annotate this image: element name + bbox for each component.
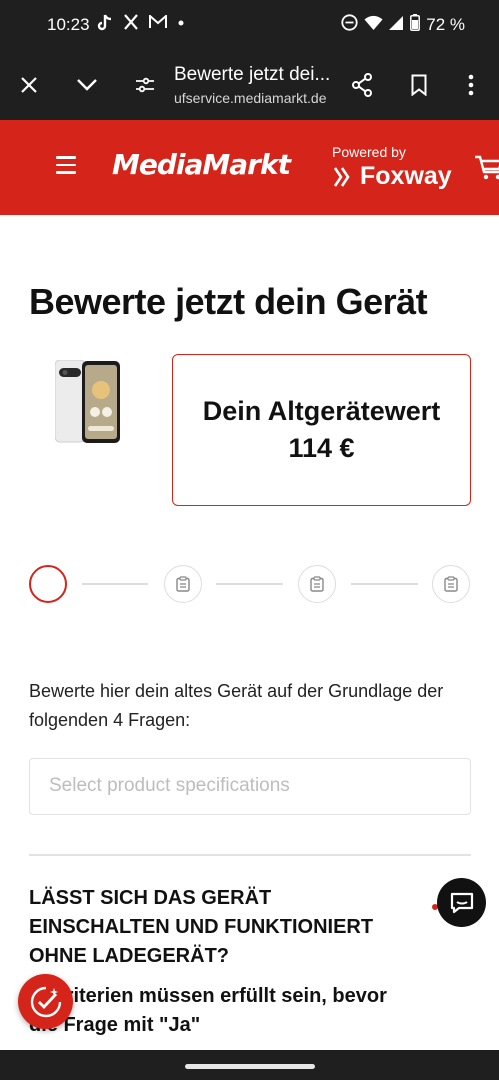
trade-in-value: Dein Altgerätewert 114 € [172,354,471,506]
foxway-logo: Foxway [332,162,452,191]
chat-button[interactable] [437,878,486,927]
tune-icon [136,77,154,93]
divider [29,854,471,856]
cart-button[interactable] [474,154,499,187]
step-connector [82,583,148,585]
close-tab-button[interactable] [12,68,46,102]
bookmark-button[interactable] [402,68,436,102]
x-icon [123,14,139,37]
step-3 [298,565,336,603]
foxway-wordmark: Foxway [360,162,452,190]
clipboard-icon [444,576,458,592]
site-header: MediaMarkt Powered by Foxway [0,120,499,215]
gmail-icon [149,13,167,37]
product-specifications-select[interactable]: Select product specifications [29,758,471,815]
dot-icon [177,14,185,37]
question-heading: LÄSST SICH DAS GERÄT EINSCHALTEN UND FUN… [29,887,374,967]
step-1-active [29,565,67,603]
menu-icon[interactable] [56,156,76,174]
clipboard-icon [310,576,324,592]
intro-text: Bewerte hier dein altes Gerät auf der Gr… [29,681,444,730]
device-image [54,359,121,444]
battery-icon [410,14,421,36]
signal-icon [389,15,404,36]
status-bar: 10:23 72 % [0,0,499,50]
system-nav-bar [0,1050,499,1080]
share-button[interactable] [345,68,379,102]
notification-icons [97,13,185,37]
step-connector [216,583,283,585]
chat-icon [450,892,473,913]
step-2 [164,565,202,603]
dnd-icon [341,14,358,36]
status-time: 10:23 [47,15,90,34]
minimize-button[interactable] [70,68,104,102]
check-badge-icon [30,986,61,1017]
close-icon [21,77,37,93]
browser-toolbar: Bewerte jetzt dei... ufservice.mediamark… [0,50,499,120]
clipboard-icon [176,576,190,592]
share-icon [352,73,372,97]
criteria-text: ... Kriterien müssen erfüllt sein, bevor… [29,985,387,1036]
overflow-menu-button[interactable] [454,68,488,102]
wifi-icon [364,15,383,36]
bookmark-icon [411,74,427,96]
home-gesture-handle[interactable] [185,1064,315,1069]
url-host[interactable]: ufservice.mediamarkt.de [174,90,327,106]
system-icons: 72 % [341,14,465,36]
step-connector [351,583,418,585]
page-title: Bewerte jetzt dein Gerät [29,281,428,322]
tiktok-icon [97,14,113,37]
chevron-down-icon [77,79,97,91]
battery-percent: 72 % [426,15,465,34]
cart-icon [475,155,499,180]
site-settings-button[interactable] [128,68,162,102]
foxway-mark-icon [333,166,350,187]
step-4 [432,565,470,603]
mediamarkt-logo[interactable]: MediaMarkt [112,148,291,181]
more-vert-icon [468,74,474,96]
powered-by-label: Powered by [332,144,406,160]
url-title[interactable]: Bewerte jetzt dei... [174,64,330,86]
accessibility-check-button[interactable] [18,974,73,1029]
